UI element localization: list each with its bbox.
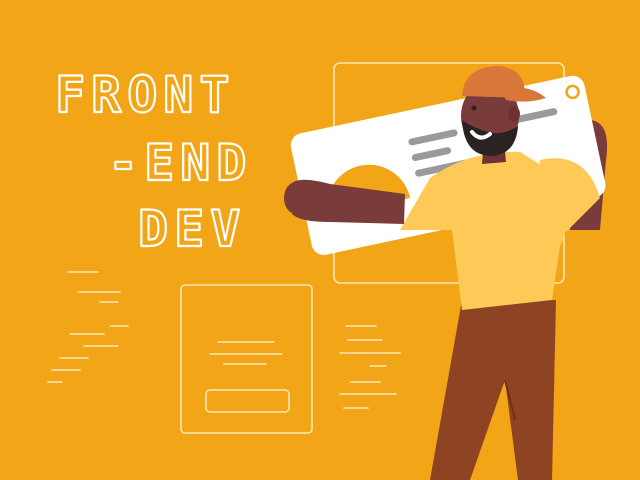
- title-line-1: FRONT: [55, 66, 236, 124]
- illustration-canvas: FRONT -END DEV: [0, 0, 640, 480]
- scene-svg: FRONT -END DEV: [0, 0, 640, 480]
- left-hand: [284, 182, 308, 214]
- title-line-2: -END: [108, 134, 252, 192]
- title-line-3: DEV: [138, 200, 246, 258]
